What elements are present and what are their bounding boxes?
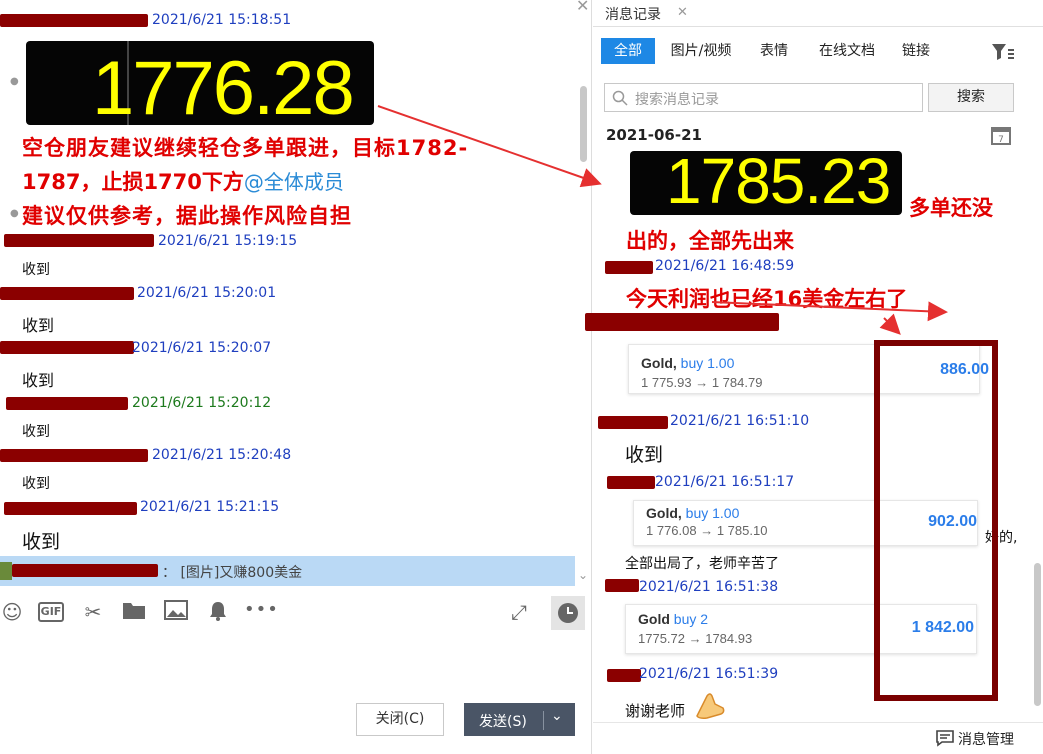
arrow-to-profit — [711, 301, 948, 322]
arrow-to-box — [879, 313, 901, 335]
arrow-to-history — [377, 105, 602, 188]
annotation-arrows — [377, 105, 948, 335]
